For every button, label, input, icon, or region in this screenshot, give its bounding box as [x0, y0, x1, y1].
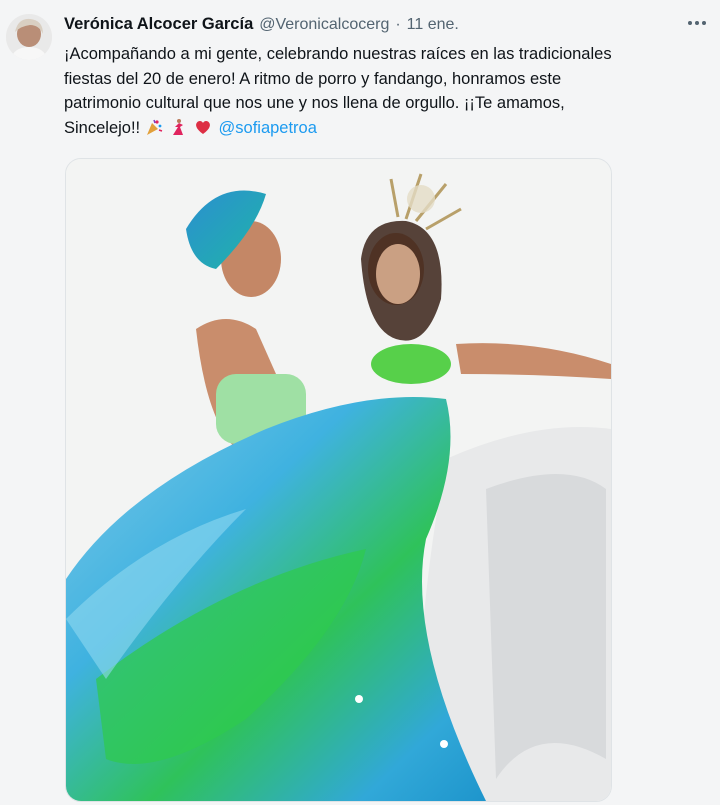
tweet-text-line: patrimonio cultural que nos une y nos ll… [64, 94, 565, 112]
author-name[interactable]: Verónica Alcocer García [64, 15, 253, 34]
tweet-text: ¡Acompañando a mi gente, celebrando nues… [64, 42, 704, 140]
tweet-text-line: Sincelejo!! [64, 118, 141, 137]
header-separator: · [395, 16, 401, 33]
dancer-icon [173, 118, 184, 135]
tweet-header: Verónica Alcocer García @Veronicalcocerg… [64, 15, 690, 39]
tweet-text-line: fiestas del 20 de enero! A ritmo de porr… [64, 69, 562, 88]
dancers-photo [66, 159, 611, 801]
mention-link[interactable]: @sofiapetroa [219, 119, 317, 137]
tweet-date[interactable]: 11 ene. [407, 16, 459, 34]
author-handle[interactable]: @Veronicalcocerg [259, 16, 389, 34]
more-options-icon[interactable] [684, 14, 710, 32]
tweet-text-last-line: Sincelejo!! @sofiapetroa [64, 116, 704, 141]
red-heart-icon [196, 120, 210, 134]
tweet-photo[interactable] [65, 158, 612, 802]
tweet-text-line: ¡Acompañando a mi gente, celebrando nues… [64, 45, 612, 63]
tweet: Verónica Alcocer García @Veronicalcocerg… [0, 0, 720, 805]
author-avatar[interactable] [6, 14, 52, 60]
party-popper-icon [146, 119, 162, 135]
